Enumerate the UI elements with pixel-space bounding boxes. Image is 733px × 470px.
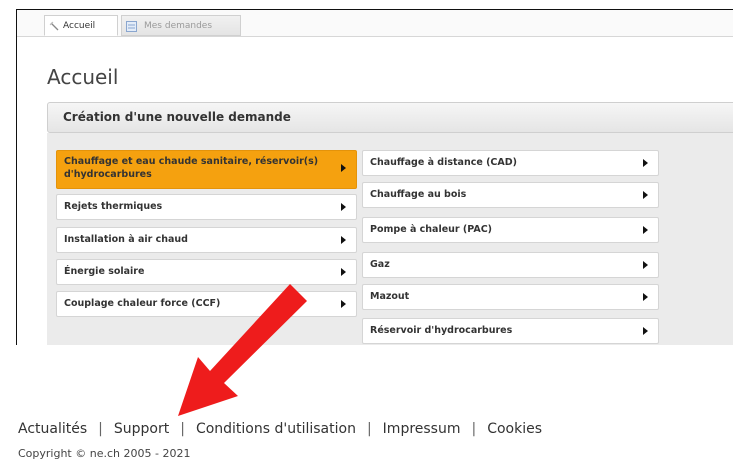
screenshot-area: Accueil Mes demandes Accueil Création d'…: [0, 0, 733, 346]
section-header: Création d'une nouvelle demande: [47, 102, 733, 133]
submenu-item-chauffage-distance[interactable]: Chauffage à distance (CAD): [362, 150, 659, 176]
menu-item-installation-air-chaud[interactable]: Installation à air chaud: [56, 227, 357, 253]
chevron-right-icon: [643, 293, 648, 301]
wand-icon: [49, 21, 59, 31]
footer-link-support[interactable]: Support: [114, 421, 169, 437]
submenu-item-gaz[interactable]: Gaz: [362, 252, 659, 278]
chevron-right-icon: [643, 159, 648, 167]
footer-separator: |: [366, 421, 372, 437]
list-icon: [126, 21, 137, 32]
chevron-right-icon: [341, 268, 346, 276]
tab-mes-demandes[interactable]: Mes demandes: [121, 15, 241, 36]
copyright-text: Copyright © ne.ch 2005 - 2021: [18, 447, 191, 460]
submenu-item-chauffage-bois[interactable]: Chauffage au bois: [362, 182, 659, 208]
footer-link-actualites[interactable]: Actualités: [18, 421, 87, 437]
chevron-right-icon: [643, 261, 648, 269]
tab-accueil[interactable]: Accueil: [44, 15, 118, 36]
tab-bar: Accueil Mes demandes: [17, 10, 733, 37]
footer-separator: |: [471, 421, 477, 437]
submenu-item-reservoir-hydrocarbures[interactable]: Réservoir d'hydrocarbures: [362, 318, 659, 344]
chevron-right-icon: [341, 164, 346, 172]
chevron-right-icon: [643, 226, 648, 234]
tab-label: Mes demandes: [144, 21, 213, 31]
chevron-right-icon: [341, 300, 346, 308]
footer-link-cookies[interactable]: Cookies: [487, 421, 542, 437]
chevron-right-icon: [643, 327, 648, 335]
app-frame: Accueil Mes demandes Accueil Création d'…: [16, 9, 733, 346]
chevron-right-icon: [341, 203, 346, 211]
menu-item-rejets-thermiques[interactable]: Rejets thermiques: [56, 194, 357, 220]
menu-item-chauffage-eau-chaude[interactable]: Chauffage et eau chaude sanitaire, réser…: [56, 150, 357, 189]
footer-separator: |: [98, 421, 103, 437]
red-arrow-annotation: [178, 284, 307, 416]
submenu-item-mazout[interactable]: Mazout: [362, 284, 659, 310]
request-panel: Chauffage et eau chaude sanitaire, réser…: [47, 133, 733, 346]
page-title: Accueil: [47, 65, 119, 89]
page-footer: Actualités | Support | Conditions d'utilisat…: [0, 345, 733, 470]
footer-link-impressum[interactable]: Impressum: [383, 421, 461, 437]
submenu-item-pompe-chaleur[interactable]: Pompe à chaleur (PAC): [362, 217, 659, 243]
chevron-right-icon: [341, 236, 346, 244]
chevron-right-icon: [643, 191, 648, 199]
tab-label: Accueil: [63, 21, 96, 31]
